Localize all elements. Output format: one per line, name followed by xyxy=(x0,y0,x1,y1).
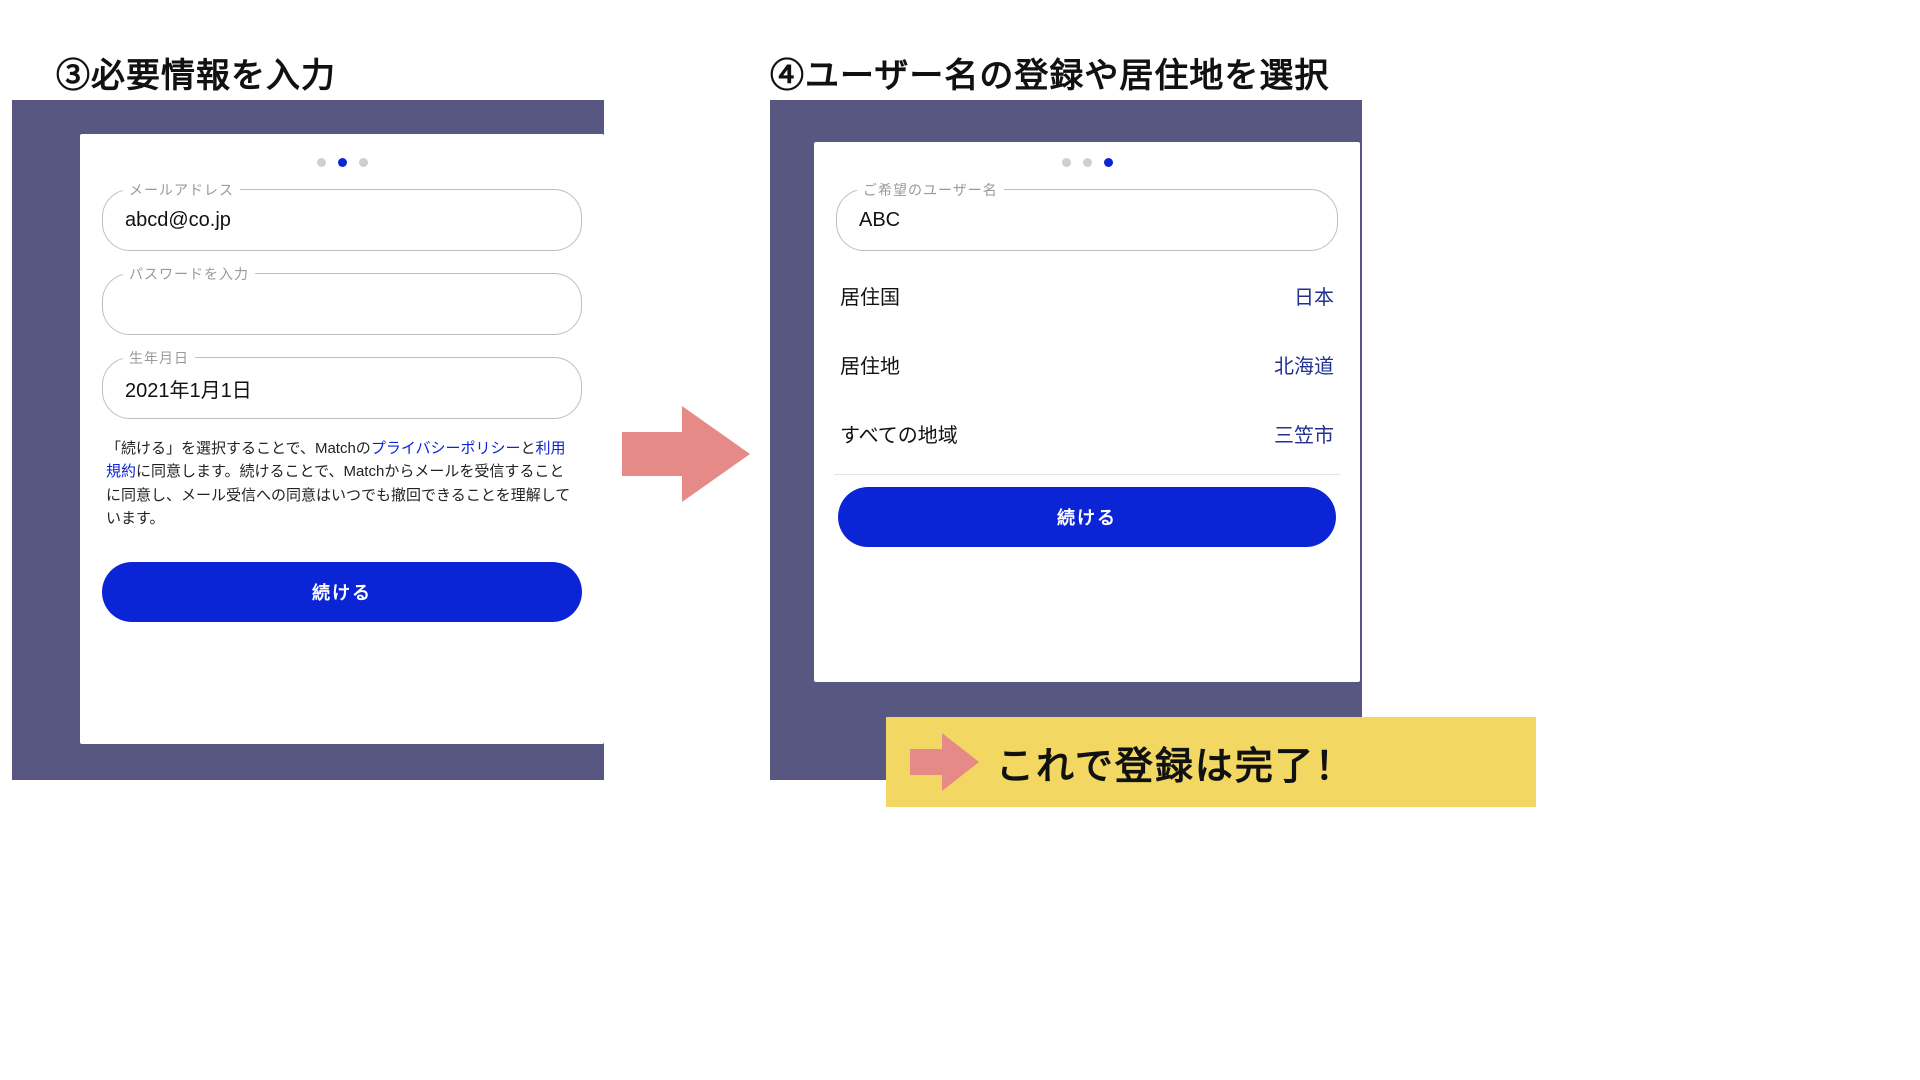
continue-button[interactable]: 続ける xyxy=(102,562,582,622)
consent-text: 「続ける」を選択することで、Matchのプライバシーポリシーと利用規約に同意しま… xyxy=(106,437,578,530)
progress-dots xyxy=(102,158,582,167)
row-value: 三笠市 xyxy=(1274,419,1334,448)
email-field[interactable]: メールアドレス abcd@co.jp xyxy=(102,189,582,251)
row-label: すべての地域 xyxy=(840,419,958,448)
dot-icon xyxy=(359,158,368,167)
completion-text: これで登録は完了！ xyxy=(996,735,1355,790)
birthdate-field[interactable]: 生年月日 2021年1月1日 xyxy=(102,357,582,419)
consent-part: に同意します。続けることで、Matchからメールを受信することに同意し、メール受… xyxy=(106,463,570,527)
area-row[interactable]: すべての地域 三笠市 xyxy=(814,399,1360,468)
birthdate-value: 2021年1月1日 xyxy=(125,374,559,403)
row-value: 北海道 xyxy=(1274,350,1334,379)
consent-part: と xyxy=(521,440,536,457)
dot-icon xyxy=(317,158,326,167)
privacy-policy-link[interactable]: プライバシーポリシー xyxy=(371,440,521,457)
arrow-right-icon xyxy=(622,404,752,504)
password-field[interactable]: パスワードを入力 xyxy=(102,273,582,335)
dot-icon xyxy=(1062,158,1071,167)
row-value: 日本 xyxy=(1294,281,1334,310)
username-value: ABC xyxy=(859,209,1315,232)
step3-heading: ③必要情報を入力 xyxy=(56,48,336,97)
phone-frame-step3: メールアドレス abcd@co.jp パスワードを入力 生年月日 2021年1月… xyxy=(12,100,604,780)
form-card-step4: ご希望のユーザー名 ABC 居住国 日本 居住地 北海道 すべての地域 三笠市 … xyxy=(814,142,1360,682)
consent-part: 「続ける」を選択することで、Matchの xyxy=(106,440,371,457)
location-rows: 居住国 日本 居住地 北海道 すべての地域 三笠市 xyxy=(814,261,1360,468)
row-label: 居住地 xyxy=(840,350,900,379)
step4-heading: ④ユーザー名の登録や居住地を選択 xyxy=(770,48,1329,97)
region-row[interactable]: 居住地 北海道 xyxy=(814,330,1360,399)
arrow-right-icon xyxy=(910,732,980,792)
username-field[interactable]: ご希望のユーザー名 ABC xyxy=(836,189,1338,251)
email-value: abcd@co.jp xyxy=(125,209,559,232)
birthdate-label: 生年月日 xyxy=(123,348,195,368)
completion-banner: これで登録は完了！ xyxy=(886,717,1536,807)
phone-frame-step4: ご希望のユーザー名 ABC 居住国 日本 居住地 北海道 すべての地域 三笠市 … xyxy=(770,100,1362,780)
dot-icon xyxy=(338,158,347,167)
password-label: パスワードを入力 xyxy=(123,264,255,284)
progress-dots xyxy=(814,158,1360,167)
dot-icon xyxy=(1083,158,1092,167)
row-label: 居住国 xyxy=(840,281,900,310)
email-label: メールアドレス xyxy=(123,180,240,200)
continue-button[interactable]: 続ける xyxy=(838,487,1336,547)
country-row[interactable]: 居住国 日本 xyxy=(814,261,1360,330)
dot-icon xyxy=(1104,158,1113,167)
username-label: ご希望のユーザー名 xyxy=(857,180,1004,200)
form-card-step3: メールアドレス abcd@co.jp パスワードを入力 生年月日 2021年1月… xyxy=(80,134,604,744)
